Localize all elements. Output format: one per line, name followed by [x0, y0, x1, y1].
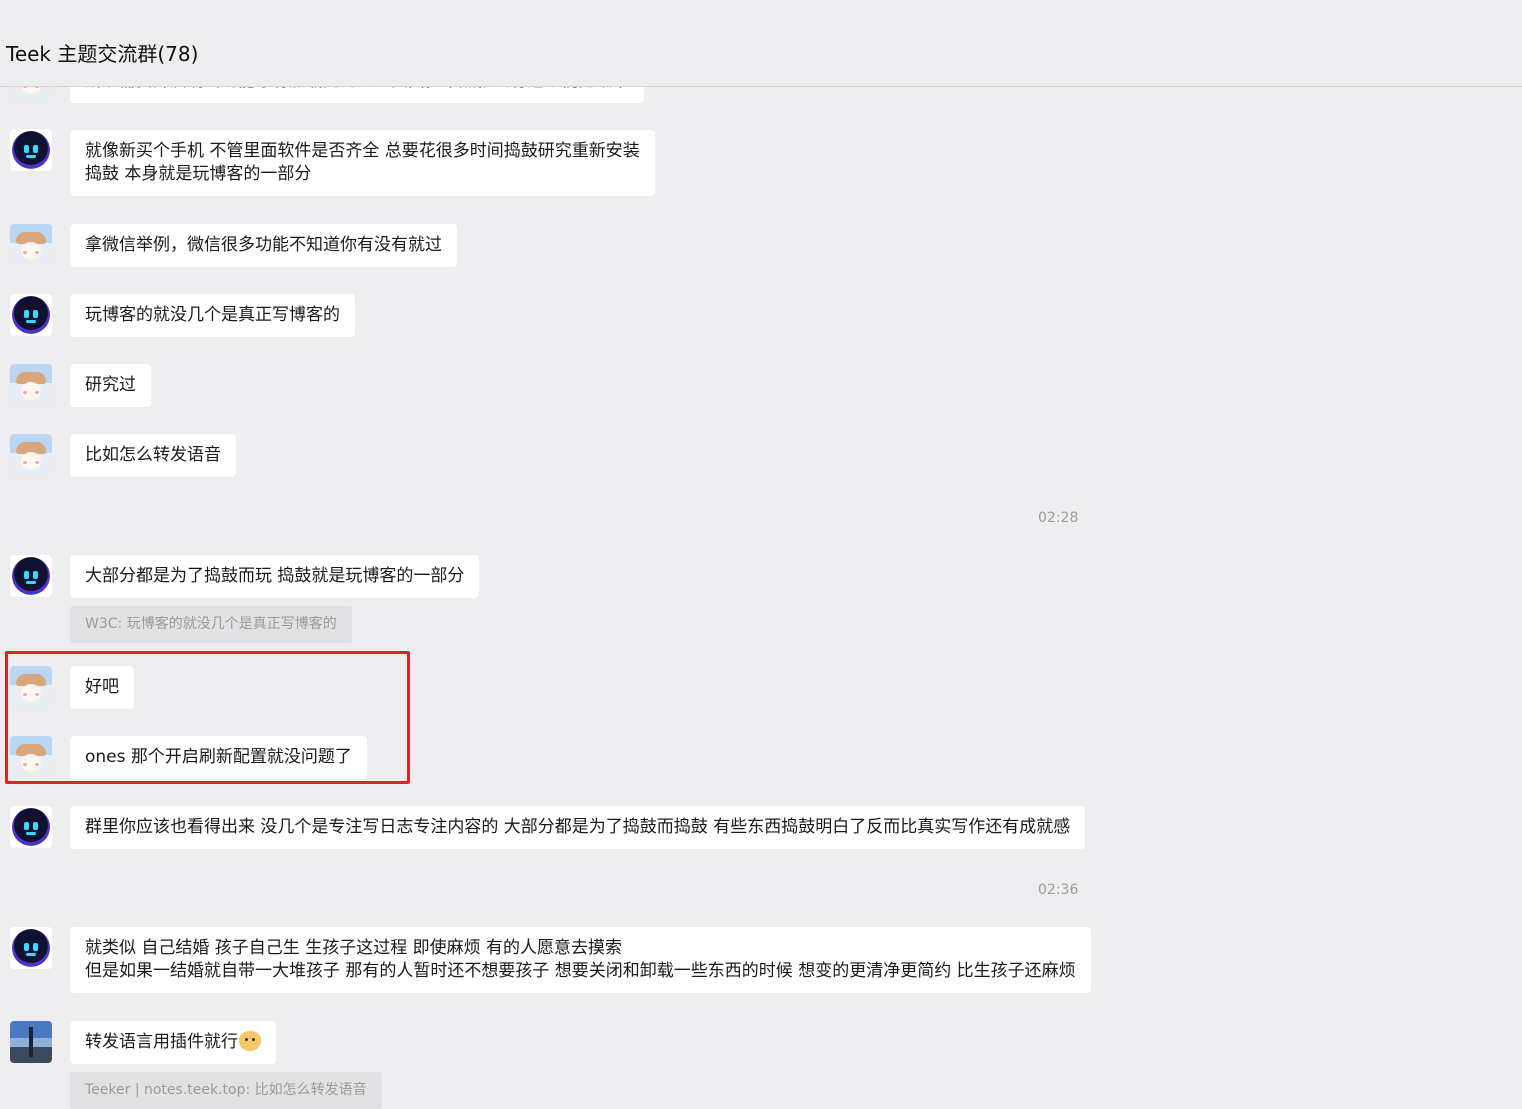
message-text: 研究过	[85, 375, 136, 395]
message-text: 但是如果一结婚就自带一大堆孩子 那有的人暂时还不想要孩子 想要关闭和卸载一些东西…	[85, 961, 1076, 981]
message-bubble[interactable]: 就像新买个手机 不管里面软件是否齐全 总要花很多时间捣鼓研究重新安装 捣鼓 本身…	[70, 130, 655, 196]
message-text: 转发语言用插件就行	[85, 1032, 238, 1052]
message-text: 拿微信举例，微信很多功能不知道你有没有就过	[85, 235, 442, 255]
robot-avatar[interactable]	[10, 294, 52, 336]
cat-emoji-icon	[239, 1031, 261, 1051]
robot-avatar[interactable]	[10, 927, 52, 969]
chat-title[interactable]: Teek 主题交流群(78)	[6, 38, 198, 67]
message-text: 就类似 自己结婚 孩子自己生 生孩子这过程 即使麻烦 有的人愿意去摸索	[85, 938, 623, 958]
message-text: 就像新买个手机 不管里面软件是否齐全 总要花很多时间捣鼓研究重新安装	[85, 141, 640, 161]
message-bubble[interactable]: 就类似 自己结婚 孩子自己生 生孩子这过程 即使麻烦 有的人愿意去摸索 但是如果…	[70, 927, 1091, 993]
message-text: 群里你应该也看得出来 没几个是专注写日志专注内容的 大部分都是为了捣鼓而捣鼓 有…	[85, 817, 1071, 837]
message-bubble[interactable]: 比如怎么转发语音	[70, 434, 236, 477]
quoted-reply[interactable]: W3C: 玩博客的就没几个是真正写博客的	[70, 606, 352, 643]
message-text: 玩博客的就没几个是真正写博客的	[85, 305, 340, 325]
timestamp: 02:28	[1038, 510, 1079, 526]
message-bubble[interactable]: 群里你应该也看得出来 没几个是专注写日志专注内容的 大部分都是为了捣鼓而捣鼓 有…	[70, 806, 1086, 849]
message-bubble[interactable]: 大部分都是为了捣鼓而玩 捣鼓就是玩博客的一部分	[70, 555, 480, 598]
photo-avatar[interactable]	[10, 1021, 52, 1063]
girl-avatar[interactable]	[10, 364, 52, 406]
chat-header: Teek 主题交流群(78)	[0, 0, 1522, 87]
timestamp: 02:36	[1038, 882, 1079, 898]
message-text: 捣鼓 本身就是玩博客的一部分	[85, 164, 312, 184]
girl-avatar[interactable]	[10, 434, 52, 476]
highlight-box	[5, 651, 410, 784]
robot-avatar[interactable]	[10, 555, 52, 597]
robot-avatar[interactable]	[10, 806, 52, 848]
quoted-reply[interactable]: Teeker | notes.teek.top: 比如怎么转发语音	[70, 1072, 382, 1109]
message-bubble[interactable]: 研究过	[70, 364, 151, 407]
message-text: 比如怎么转发语音	[85, 445, 221, 465]
message-text: 大部分都是为了捣鼓而玩 捣鼓就是玩博客的一部分	[85, 566, 465, 586]
robot-avatar[interactable]	[10, 129, 52, 171]
message-bubble[interactable]: 拿微信举例，微信很多功能不知道你有没有就过	[70, 224, 457, 267]
message-bubble[interactable]: 转发语言用插件就行	[70, 1021, 276, 1064]
message-bubble[interactable]: 玩博客的就没几个是真正写博客的	[70, 294, 355, 337]
girl-avatar[interactable]	[10, 224, 52, 266]
